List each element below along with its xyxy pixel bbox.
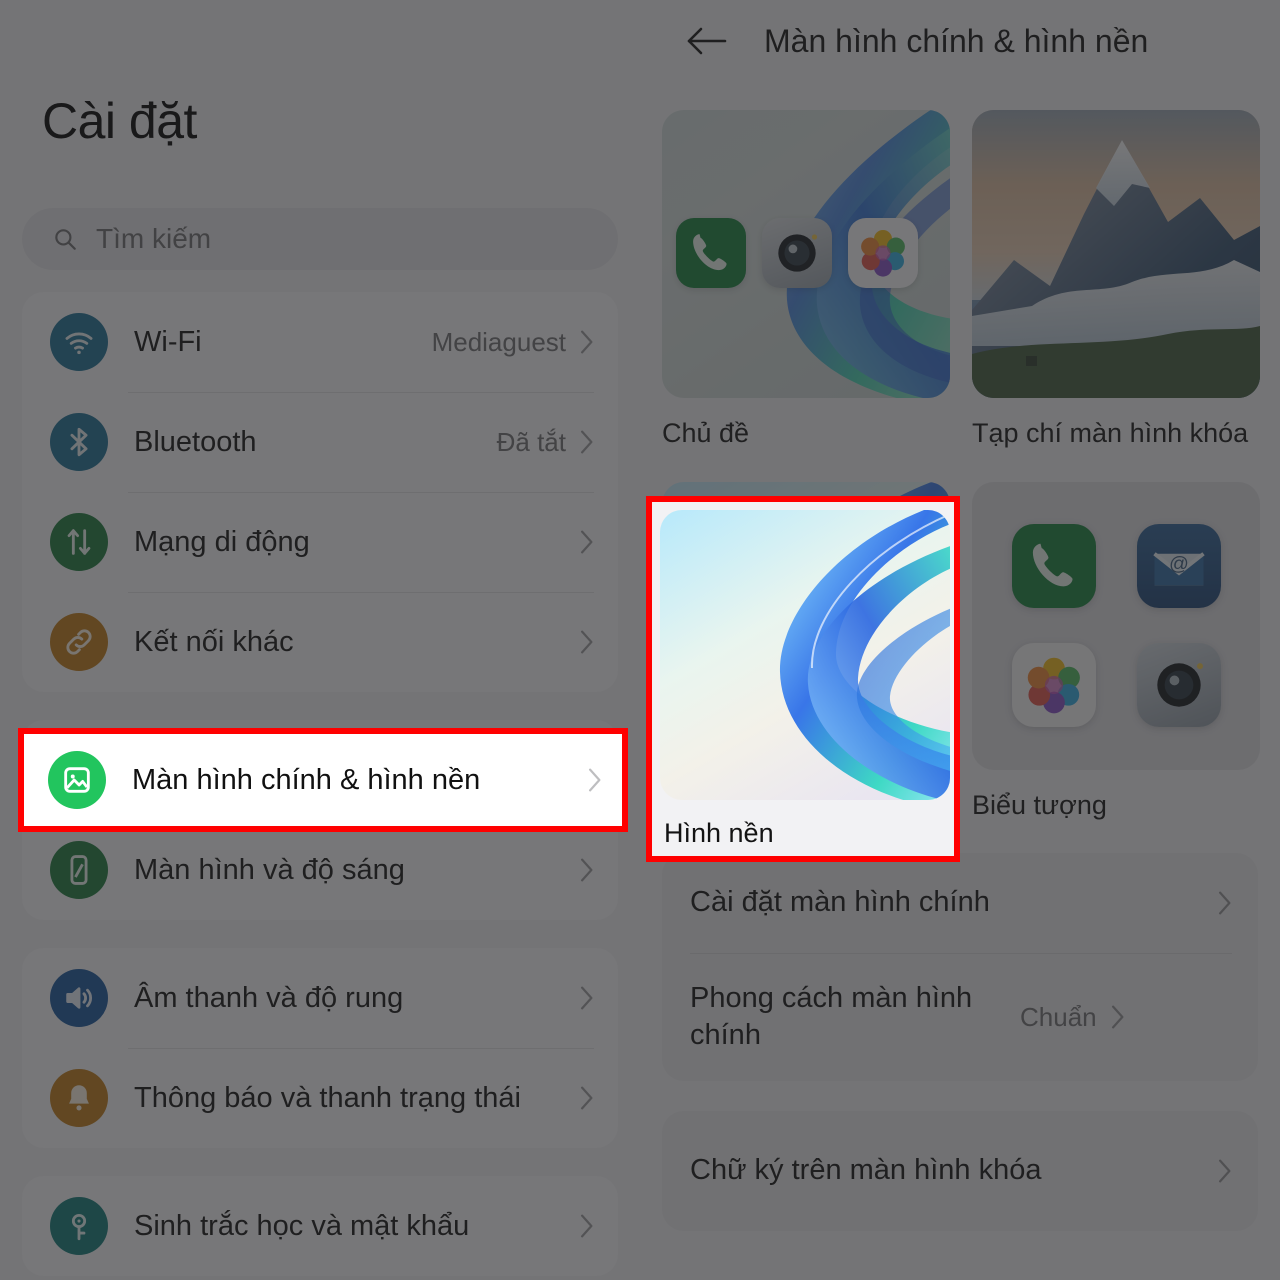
sidebar-item-bluetooth[interactable]: Bluetooth Đã tắt bbox=[22, 392, 618, 492]
email-app-icon: @ bbox=[1136, 524, 1221, 609]
search-input[interactable]: Tìm kiếm bbox=[22, 208, 618, 270]
detail-list-group-1: Cài đặt màn hình chính Phong cách màn hì… bbox=[662, 853, 1258, 1082]
sidebar-item-sound-vibration[interactable]: Âm thanh và độ rung bbox=[22, 948, 618, 1048]
settings-group-security: Sinh trắc học và mật khẩu bbox=[22, 1176, 618, 1276]
list-item-home-screen-style[interactable]: Phong cách màn hình chính Chuẩn bbox=[662, 953, 1258, 1081]
svg-text:@: @ bbox=[1169, 553, 1189, 575]
page-title: Cài đặt bbox=[42, 93, 197, 149]
theme-preview-image bbox=[662, 110, 950, 398]
highlighted-preview-label: Hình nền bbox=[664, 818, 774, 848]
sidebar-item-label: Âm thanh và độ rung bbox=[134, 981, 404, 1014]
sidebar-item-value: Mediaguest bbox=[431, 326, 566, 357]
chevron-right-icon bbox=[1111, 1005, 1125, 1029]
chevron-right-icon bbox=[588, 768, 602, 792]
gallery-app-icon bbox=[848, 218, 918, 288]
preview-card-theme[interactable]: Chủ đề bbox=[662, 110, 950, 452]
list-item-label: Phong cách màn hình chính bbox=[690, 981, 973, 1052]
speaker-icon bbox=[50, 969, 108, 1027]
sidebar-item-label: Sinh trắc học và mật khẩu bbox=[134, 1209, 470, 1242]
preview-label: Chủ đề bbox=[662, 418, 750, 448]
key-icon bbox=[50, 1197, 108, 1255]
preview-grid-top: Chủ đề Tạp chí màn hình khóa bbox=[640, 82, 1280, 452]
settings-sidebar: Cài đặt Tìm kiếm Wi-Fi Mediaguest Blueto… bbox=[0, 0, 640, 1280]
chevron-right-icon bbox=[580, 858, 594, 882]
list-item-home-screen-settings[interactable]: Cài đặt màn hình chính bbox=[662, 853, 1258, 953]
sidebar-item-wifi[interactable]: Wi-Fi Mediaguest bbox=[22, 292, 618, 392]
link-icon bbox=[50, 613, 108, 671]
sidebar-item-cellular[interactable]: Mạng di động bbox=[22, 492, 618, 592]
sidebar-item-label: Bluetooth bbox=[134, 425, 257, 458]
chevron-right-icon bbox=[580, 986, 594, 1010]
preview-label: Biểu tượng bbox=[972, 789, 1107, 820]
highlighted-sidebar-item-home-screen-wallpaper[interactable]: Màn hình chính & hình nền bbox=[18, 728, 628, 832]
preview-label: Tạp chí màn hình khóa bbox=[972, 418, 1249, 448]
chevron-right-icon bbox=[580, 330, 594, 354]
sidebar-item-biometrics-password[interactable]: Sinh trắc học và mật khẩu bbox=[22, 1176, 618, 1276]
sidebar-item-notifications-statusbar[interactable]: Thông báo và thanh trạng thái bbox=[22, 1048, 618, 1148]
image-icon bbox=[48, 751, 106, 809]
settings-group-connectivity: Wi-Fi Mediaguest Bluetooth Đã tắt Mạng d… bbox=[22, 292, 618, 692]
list-item-label: Cài đặt màn hình chính bbox=[690, 886, 990, 919]
detail-list-group-2: Chữ ký trên màn hình khóa bbox=[662, 1111, 1258, 1232]
camera-app-icon bbox=[1136, 643, 1221, 728]
phone-app-icon bbox=[1011, 524, 1096, 609]
list-item-label: Chữ ký trên màn hình khóa bbox=[690, 1154, 1042, 1187]
chevron-right-icon bbox=[580, 1086, 594, 1110]
search-placeholder: Tìm kiếm bbox=[96, 223, 212, 254]
gallery-app-icon bbox=[1011, 643, 1096, 728]
bluetooth-icon bbox=[50, 413, 108, 471]
camera-app-icon bbox=[762, 218, 832, 288]
chevron-right-icon bbox=[580, 1214, 594, 1238]
wallpaper-swirl-image bbox=[660, 510, 950, 800]
settings-group-sound: Âm thanh và độ rung Thông báo và thanh t… bbox=[22, 948, 618, 1148]
sidebar-item-other-connections[interactable]: Kết nối khác bbox=[22, 592, 618, 692]
phone-brightness-icon bbox=[50, 841, 108, 899]
sidebar-item-label: Kết nối khác bbox=[134, 625, 294, 658]
sidebar-item-label: Mạng di động bbox=[134, 525, 310, 558]
detail-title: Màn hình chính & hình nền bbox=[764, 22, 1149, 59]
sidebar-item-value: Đã tắt bbox=[496, 426, 566, 457]
search-icon bbox=[52, 226, 78, 252]
bell-icon bbox=[50, 1069, 108, 1127]
wifi-icon bbox=[50, 313, 108, 371]
preview-card-icons[interactable]: @ Biểu tượng bbox=[972, 481, 1260, 824]
sidebar-item-label: Màn hình và độ sáng bbox=[134, 853, 405, 886]
highlighted-preview-card-wallpaper[interactable]: Hình nền bbox=[646, 496, 960, 862]
sidebar-item-label: Thông báo và thanh trạng thái bbox=[134, 1081, 521, 1114]
theme-app-icons bbox=[676, 218, 918, 288]
phone-app-icon bbox=[676, 218, 746, 288]
icon-pack-grid: @ bbox=[972, 481, 1260, 770]
list-item-lockscreen-signature[interactable]: Chữ ký trên màn hình khóa bbox=[662, 1111, 1258, 1231]
chevron-right-icon bbox=[580, 530, 594, 554]
chevron-right-icon bbox=[1218, 1159, 1232, 1183]
chevron-right-icon bbox=[580, 630, 594, 654]
sidebar-item-display-brightness[interactable]: Màn hình và độ sáng bbox=[22, 820, 618, 920]
sidebar-item-label: Wi-Fi bbox=[134, 325, 202, 358]
mountain-photo-image bbox=[972, 110, 1260, 398]
preview-card-lockscreen-magazine[interactable]: Tạp chí màn hình khóa bbox=[972, 110, 1260, 452]
cellular-icon bbox=[50, 513, 108, 571]
back-arrow-icon[interactable] bbox=[684, 25, 728, 57]
phone-settings-screen: Cài đặt Tìm kiếm Wi-Fi Mediaguest Blueto… bbox=[0, 0, 1280, 1280]
detail-header: Màn hình chính & hình nền bbox=[640, 0, 1280, 82]
highlighted-sidebar-item-label: Màn hình chính & hình nền bbox=[132, 763, 481, 796]
list-item-value: Chuẩn bbox=[1020, 1001, 1097, 1032]
chevron-right-icon bbox=[1218, 891, 1232, 915]
chevron-right-icon bbox=[580, 430, 594, 454]
